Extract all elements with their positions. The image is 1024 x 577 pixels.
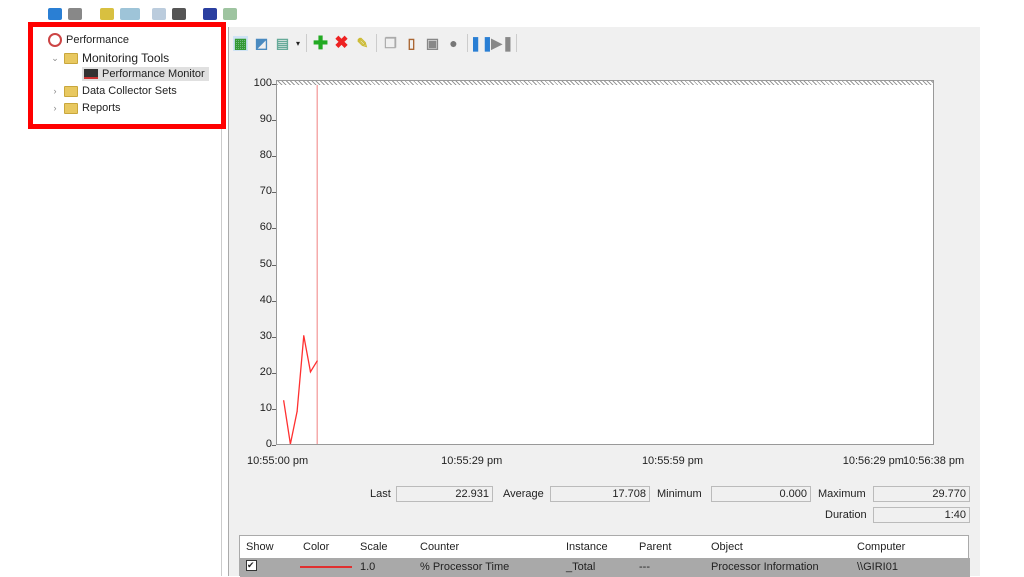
average-value: 17.708	[550, 486, 650, 502]
freeze-display-icon[interactable]: ❚❚	[470, 35, 493, 51]
header-object[interactable]: Object	[711, 541, 743, 553]
header-show[interactable]: Show	[246, 541, 274, 553]
x-tick-label: 10:55:29 pm	[441, 455, 503, 467]
cell-computer: \\GIRI01	[857, 561, 898, 573]
duration-value: 1:40	[873, 507, 970, 523]
y-tick-label: 80	[259, 149, 272, 162]
view-current-activity-icon[interactable]: ◩	[254, 35, 269, 51]
help-icon[interactable]	[203, 8, 217, 20]
header-computer[interactable]: Computer	[857, 541, 905, 553]
average-label: Average	[503, 488, 544, 500]
x-tick-label: 10:55:00 pm	[247, 455, 309, 467]
chart-toolbar: ▦ ◩ ▤ ▾ ✚ ✖ ✎ ❐ ▯ ▣ ● ❚❚ ▶❚	[229, 33, 518, 53]
last-label: Last	[370, 488, 391, 500]
header-counter[interactable]: Counter	[420, 541, 459, 553]
paste-counter-list-icon[interactable]: ▯	[404, 35, 419, 51]
header-color[interactable]: Color	[303, 541, 329, 553]
data-point	[309, 371, 312, 373]
table-row[interactable]: ✔ 1.0 % Processor Time _Total --- Proces…	[240, 558, 970, 577]
y-tick-label: 30	[259, 329, 272, 342]
highlight-box	[28, 22, 226, 129]
y-tick-label: 60	[259, 221, 272, 234]
highlight-icon[interactable]: ✎	[355, 35, 370, 51]
x-tick-label: 10:55:59 pm	[641, 455, 704, 467]
x-tick-label: 10:56:29 pm	[842, 455, 904, 467]
y-tick-label: 50	[259, 257, 272, 270]
duration-label: Duration	[825, 509, 867, 521]
cell-instance: _Total	[566, 561, 596, 573]
show-action-pane-icon[interactable]	[223, 8, 237, 20]
y-tick-label: 20	[259, 365, 272, 378]
cell-scale: 1.0	[360, 561, 376, 573]
header-scale[interactable]: Scale	[360, 541, 388, 553]
cell-object: Processor Information	[711, 561, 819, 573]
separator	[376, 34, 378, 52]
cell-counter: % Processor Time	[420, 561, 510, 573]
y-tick-mark	[272, 445, 276, 446]
chart-svg	[283, 85, 318, 444]
y-tick-label: 10	[259, 401, 272, 414]
maximum-label: Maximum	[818, 488, 866, 500]
y-tick-label: 40	[259, 293, 272, 306]
y-tick-label: 0	[265, 438, 272, 450]
last-value: 22.931	[396, 486, 493, 502]
copy-properties-icon[interactable]: ❐	[383, 35, 398, 51]
up-folder-icon[interactable]	[100, 8, 114, 20]
counter-list[interactable]: Show Color Scale Counter Instance Parent…	[239, 535, 970, 577]
back-icon[interactable]	[48, 8, 62, 20]
minimum-label: Minimum	[657, 488, 702, 500]
maximum-value: 29.770	[873, 486, 970, 502]
show-checkbox[interactable]: ✔	[246, 560, 257, 571]
y-tick-label: 70	[259, 185, 272, 198]
change-graph-type-icon[interactable]: ▤	[275, 35, 290, 51]
header-instance[interactable]: Instance	[566, 541, 608, 553]
add-counter-icon[interactable]: ✚	[313, 33, 328, 53]
data-point	[296, 410, 298, 413]
data-point	[303, 335, 305, 337]
header-parent[interactable]: Parent	[639, 541, 671, 553]
forward-icon[interactable]	[68, 8, 82, 20]
data-point	[316, 360, 318, 362]
view-graph-icon[interactable]: ▦	[233, 35, 248, 51]
chevron-down-icon[interactable]: ▾	[296, 39, 300, 48]
series-line	[283, 335, 318, 444]
properties-icon[interactable]: ▣	[425, 35, 440, 51]
properties-icon[interactable]	[152, 8, 166, 20]
delete-counter-icon[interactable]: ✖	[334, 33, 349, 52]
color-swatch	[300, 566, 352, 568]
x-tick-label: 10:56:38 pm	[903, 455, 965, 467]
y-tick-label: 90	[259, 113, 272, 126]
performance-monitor-pane: ▦ ◩ ▤ ▾ ✚ ✖ ✎ ❐ ▯ ▣ ● ❚❚ ▶❚ 100 90 80 70 60 5…	[228, 27, 980, 577]
y-tick-label: 100	[253, 77, 272, 89]
export-icon[interactable]	[172, 8, 186, 20]
show-hide-tree-icon[interactable]	[120, 8, 140, 20]
separator	[467, 34, 469, 52]
zoom-icon[interactable]: ●	[446, 35, 461, 51]
separator	[516, 34, 518, 52]
minimum-value: 0.000	[711, 486, 811, 502]
data-point	[283, 400, 285, 402]
chart-plot-area[interactable]	[276, 80, 934, 445]
separator	[306, 34, 308, 52]
update-data-icon[interactable]: ▶❚	[491, 35, 514, 51]
cell-parent: ---	[639, 561, 650, 573]
